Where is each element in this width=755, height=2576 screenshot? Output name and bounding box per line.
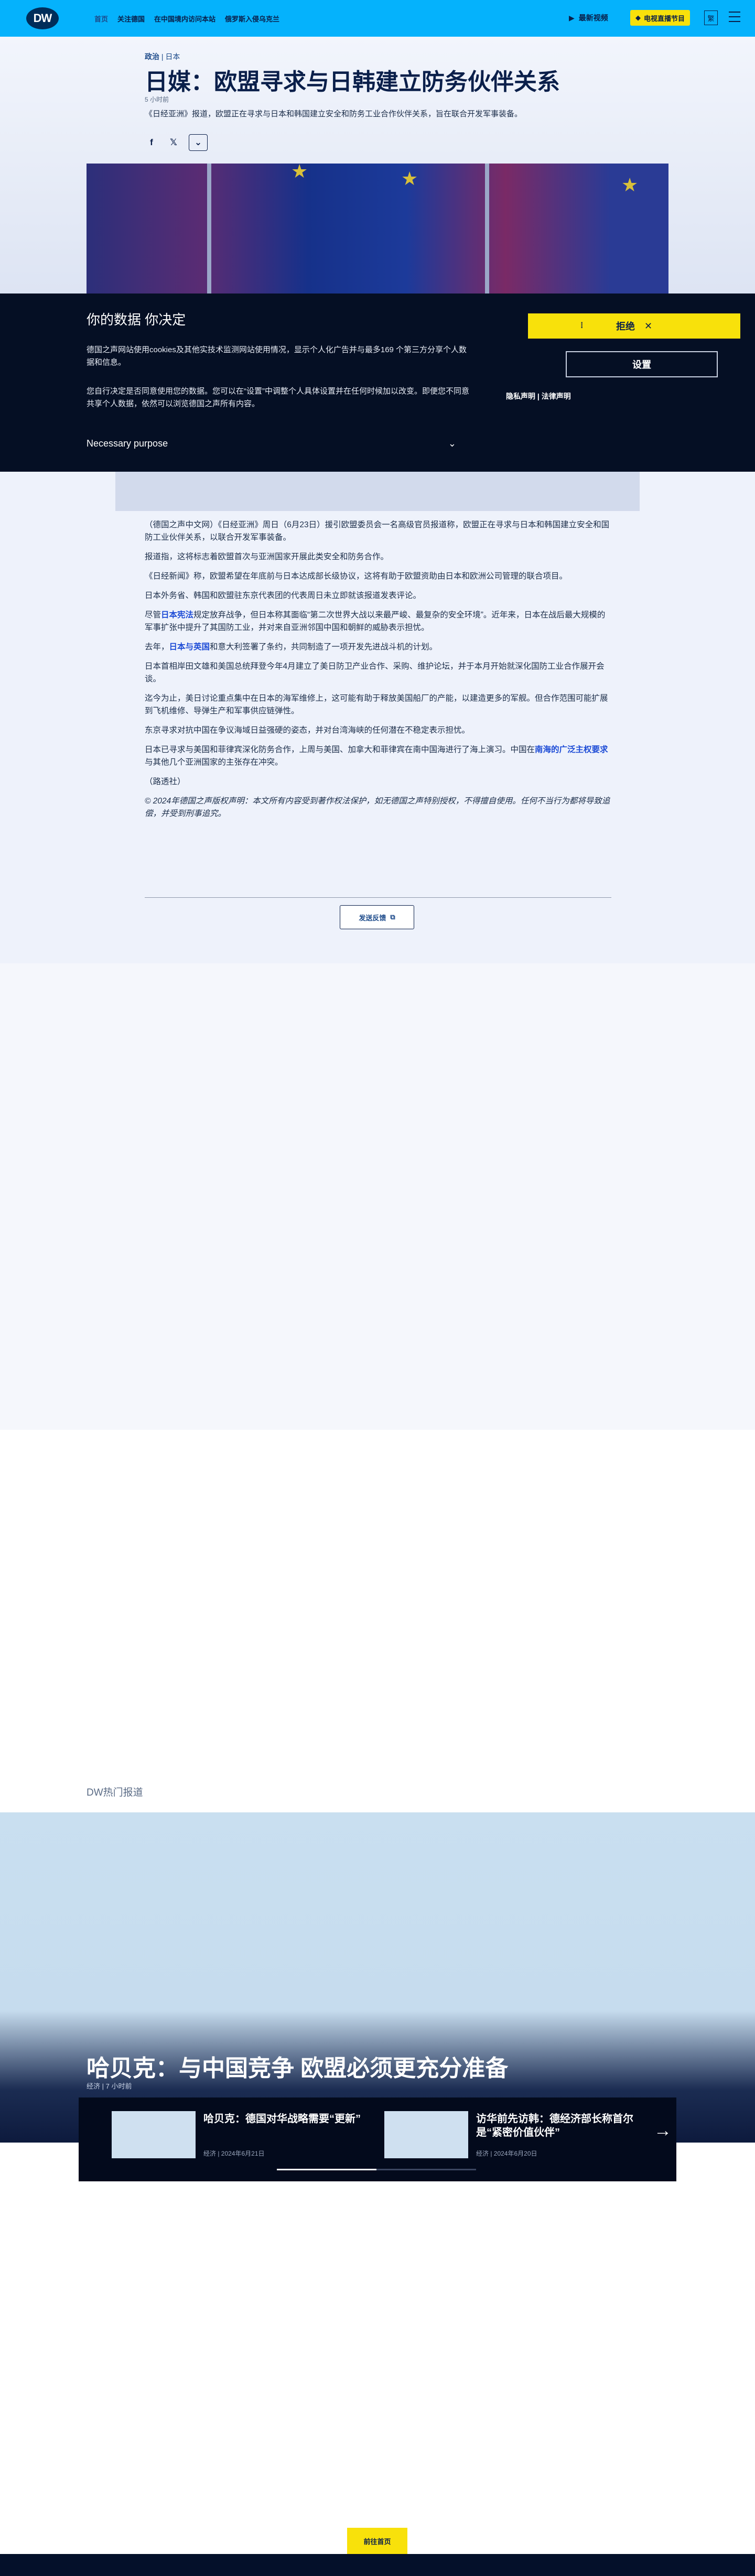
live-dot-icon: ◆ bbox=[635, 14, 641, 21]
paragraph: （德国之声中文网）《日经亚洲》周日（6月23日）援引欧盟委员会一名高级官员报道称… bbox=[145, 520, 610, 542]
legal-link[interactable]: 法律声明 bbox=[542, 392, 571, 400]
card-thumbnail bbox=[384, 2111, 468, 2158]
top-bar: DW 首页 关注德国 在中国境内访问本站 俄罗斯入侵乌克兰 ▶ 最新视频 ◆ 电… bbox=[0, 0, 755, 37]
japan-uk-link[interactable]: 日本与英国 bbox=[169, 643, 210, 651]
copyright-notice: © 2024年德国之声版权声明：本文所有内容受到著作权法保护，如无德国之声特别授… bbox=[145, 797, 610, 818]
paragraph: 日本已寻求与美国和菲律宾深化防务合作，上周与美国、加拿大和菲律宾在南中国海进行了… bbox=[145, 745, 608, 767]
flag-pole bbox=[485, 164, 489, 295]
article-source: （路透社） bbox=[145, 777, 186, 786]
card-meta: 经济 | 2024年6月21日 bbox=[203, 2150, 265, 2157]
nav-china-access[interactable]: 在中国境内访问本站 bbox=[154, 14, 215, 24]
share-bar: f 𝕏 ⌄ bbox=[145, 134, 208, 151]
paragraph: 日本首相岸田文雄和美国总统拜登今年4月建立了美日防卫产业合作、采购、维护论坛，并… bbox=[145, 662, 605, 683]
necessary-purpose-label: Necessary purpose bbox=[87, 438, 168, 449]
cookie-title: 你的数据 你决定 bbox=[87, 312, 186, 328]
cookie-text-1: 德国之声网站使用cookies及其他实技术监测网站使用情况，显示个人化广告并与最… bbox=[87, 345, 467, 367]
live-tv-label: 电视直播节目 bbox=[644, 14, 685, 23]
copy-icon: ⧉ bbox=[390, 913, 395, 921]
live-tv-button[interactable]: ◆ 电视直播节目 bbox=[630, 10, 691, 26]
feature-image[interactable] bbox=[0, 1812, 755, 2143]
chevron-down-icon: ⌄ bbox=[448, 438, 456, 449]
hamburger-menu-icon[interactable] bbox=[729, 12, 740, 22]
eu-star-icon: ★ bbox=[621, 174, 639, 195]
feedback-button[interactable]: 发送反馈 ⧉ bbox=[340, 905, 414, 929]
hot-topics-title: DW热门报道 bbox=[87, 1787, 143, 1798]
breadcrumb: 政治 | 日本 bbox=[145, 51, 180, 62]
card-meta: 经济 | 2024年6月20日 bbox=[476, 2150, 537, 2157]
eu-star-icon: ★ bbox=[291, 164, 308, 182]
language-switch[interactable]: 繁 bbox=[704, 10, 718, 25]
article-body: （德国之声中文网）《日经亚洲》周日（6月23日）援引欧盟委员会一名高级官员报道称… bbox=[145, 519, 611, 827]
reject-button[interactable]: ⁞ 拒绝 ✕ bbox=[528, 313, 740, 339]
dw-logo[interactable]: DW bbox=[26, 7, 59, 29]
link-separator: | bbox=[537, 392, 542, 400]
paragraph: 迄今为止，美日讨论重点集中在日本的海军维修上，这可能有助于释放美国船厂的产能，以… bbox=[145, 694, 608, 715]
article-time: 5 小时前 bbox=[145, 96, 169, 103]
japan-constitution-link[interactable]: 日本宪法 bbox=[161, 611, 193, 619]
eu-star-icon: ★ bbox=[401, 168, 418, 189]
nav-home[interactable]: 首页 bbox=[94, 14, 108, 24]
feedback-label: 发送反馈 bbox=[359, 914, 386, 922]
ad-area bbox=[0, 963, 755, 1430]
card-title: 访华前先访韩：德经济部长称首尔是“紧密价值伙伴” bbox=[476, 2113, 633, 2138]
grip-icon: ⁞ bbox=[580, 321, 584, 330]
paragraph: 尽管日本宪法规定放弃战争，但日本称其面临“第二次世界大战以来最严峻、最复杂的安全… bbox=[145, 611, 606, 632]
article-teaser: 《日经亚洲》报道，欧盟正在寻求与日本和韩国建立安全和防务工业合作伙伴关系，旨在联… bbox=[145, 110, 523, 118]
hero-image: ★ ★ ★ bbox=[87, 164, 668, 295]
arrow-right-icon[interactable]: → bbox=[654, 2121, 672, 2141]
chevron-down-icon[interactable]: ⌄ bbox=[189, 134, 208, 151]
latest-video-link[interactable]: ▶ 最新视频 bbox=[569, 13, 608, 23]
subcategory-link[interactable]: 日本 bbox=[165, 52, 180, 61]
nav-germany[interactable]: 关注德国 bbox=[117, 14, 145, 24]
footer-band bbox=[0, 2554, 755, 2576]
teaser-carousel: 哈贝克：德国对华战略需要“更新” 经济 | 2024年6月21日 访华前先访韩：… bbox=[79, 2097, 676, 2181]
latest-video-label: 最新视频 bbox=[578, 14, 608, 22]
feature-title[interactable]: 哈贝克：与中国竞争 欧盟必须更充分准备 bbox=[87, 2049, 508, 2083]
feature-meta: 经济 | 7 小时前 bbox=[87, 2082, 132, 2090]
settings-button[interactable]: 设置 bbox=[566, 351, 718, 377]
divider bbox=[145, 897, 611, 898]
cookie-text-2: 您自行决定是否同意使用您的数据。您可以在“设置”中调整个人具体设置并在任何时候加… bbox=[87, 387, 469, 408]
paragraph: 日本外务省、韩国和欧盟驻东京代表团的代表周日未立即就该报道发表评论。 bbox=[145, 591, 422, 600]
close-icon: ✕ bbox=[644, 320, 653, 331]
flag-pole bbox=[207, 164, 211, 295]
paragraph: 《日经新闻》称，欧盟希望在年底前与日本达成部长级协议，这将有助于欧盟资助由日本和… bbox=[145, 572, 568, 581]
reject-label: 拒绝 bbox=[616, 321, 635, 332]
privacy-link[interactable]: 隐私声明 bbox=[506, 392, 535, 400]
paragraph: 报道指，这将标志着欧盟首次与亚洲国家开展此类安全和防务合作。 bbox=[145, 552, 389, 561]
category-link[interactable]: 政治 bbox=[145, 52, 159, 61]
paragraph: 去年，日本与英国和意大利签署了条约，共同制造了一项开发先进战斗机的计划。 bbox=[145, 643, 438, 651]
x-icon[interactable]: 𝕏 bbox=[167, 136, 180, 149]
card-title: 哈贝克：德国对华战略需要“更新” bbox=[203, 2113, 361, 2125]
back-to-home-button[interactable]: 前往首页 bbox=[347, 2528, 407, 2554]
paragraph: 东京寻求对抗中国在争议海域日益强硬的姿态，并对台湾海峡的任何潜在不稳定表示担忧。 bbox=[145, 726, 470, 735]
facebook-icon[interactable]: f bbox=[145, 136, 158, 149]
card-thumbnail bbox=[112, 2111, 196, 2158]
video-icon: ▶ bbox=[569, 13, 575, 22]
nav-ukraine[interactable]: 俄罗斯入侵乌克兰 bbox=[225, 14, 279, 24]
image-caption-strip bbox=[115, 472, 640, 511]
top-nav: 首页 关注德国 在中国境内访问本站 俄罗斯入侵乌克兰 bbox=[94, 14, 279, 24]
south-china-sea-link[interactable]: 南海的广泛主权要求 bbox=[535, 745, 608, 754]
article-title: 日媒：欧盟寻求与日韩建立防务伙伴关系 bbox=[145, 69, 560, 95]
necessary-purpose-toggle[interactable]: Necessary purpose ⌄ bbox=[87, 438, 456, 449]
cookie-links: 隐私声明 | 法律声明 bbox=[506, 391, 571, 401]
carousel-progress bbox=[277, 2169, 476, 2170]
cookie-consent-banner: 你的数据 你决定 德国之声网站使用cookies及其他实技术监测网站使用情况，显… bbox=[0, 294, 755, 472]
